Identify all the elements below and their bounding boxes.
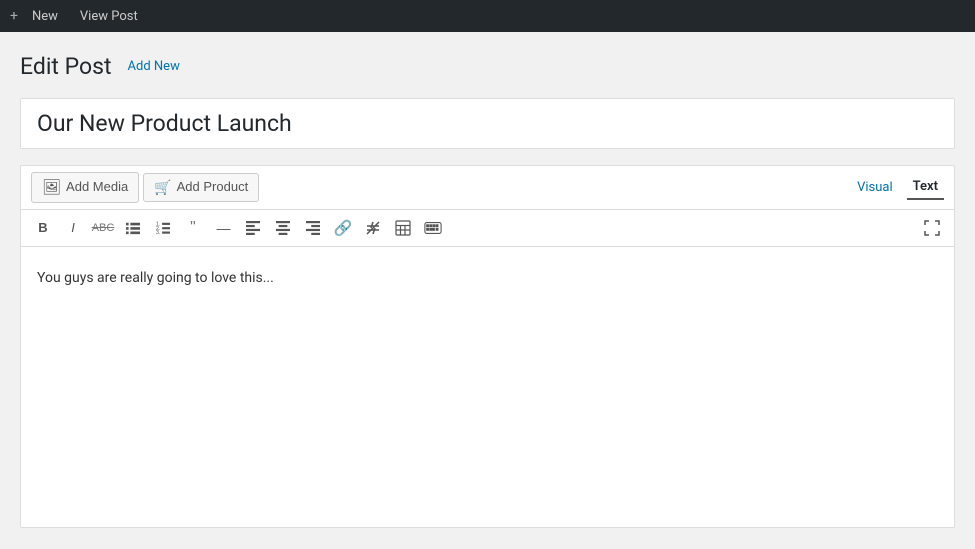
horizontal-rule-button[interactable]: —	[209, 214, 237, 242]
strikethrough-button[interactable]: ABC	[89, 214, 117, 242]
align-right-button[interactable]	[299, 214, 327, 242]
post-title-input[interactable]	[21, 99, 954, 148]
unlink-icon	[365, 220, 381, 236]
align-center-button[interactable]	[269, 214, 297, 242]
fullscreen-button[interactable]	[918, 214, 946, 242]
view-post-link[interactable]: View Post	[72, 5, 146, 28]
list-ul-icon	[126, 221, 140, 235]
add-new-link[interactable]: Add New	[128, 59, 180, 74]
table-icon	[395, 220, 411, 236]
add-media-button[interactable]: 🖼 Add Media	[31, 172, 139, 203]
media-icon: 🖼	[42, 177, 61, 198]
insert-link-button[interactable]: 🔗	[329, 214, 357, 242]
plus-icon: +	[10, 8, 18, 24]
keyboard-icon	[424, 221, 442, 235]
admin-bar: + New View Post	[0, 0, 975, 32]
list-ol-icon: 1.2.3.	[156, 221, 170, 235]
main-content: Edit Post Add New 🖼 Add Media 🛒 Add Prod…	[0, 32, 975, 548]
special-chars-button[interactable]	[419, 214, 447, 242]
page-title: Edit Post	[20, 52, 112, 82]
ordered-list-button[interactable]: 1.2.3.	[149, 214, 177, 242]
editor-text: You guys are really going to love this..…	[37, 267, 938, 291]
bold-button[interactable]: B	[29, 214, 57, 242]
add-product-button[interactable]: 🛒 Add Product	[143, 173, 259, 203]
add-product-label: Add Product	[177, 178, 249, 196]
editor-content[interactable]: You guys are really going to love this..…	[21, 247, 954, 527]
tab-visual[interactable]: Visual	[851, 176, 899, 199]
new-button[interactable]: New	[24, 5, 66, 28]
svg-text:3.: 3.	[156, 230, 160, 235]
insert-table-button[interactable]	[389, 214, 417, 242]
page-header: Edit Post Add New	[20, 52, 955, 82]
align-center-icon	[276, 221, 290, 235]
editor-toolbar-top: 🖼 Add Media 🛒 Add Product Visual Text	[21, 166, 954, 210]
align-right-icon	[306, 221, 320, 235]
product-icon: 🛒	[154, 178, 171, 198]
toolbar-right: Visual Text	[851, 175, 944, 200]
editor-wrap: 🖼 Add Media 🛒 Add Product Visual Text B …	[20, 165, 955, 528]
italic-button[interactable]: I	[59, 214, 87, 242]
unordered-list-button[interactable]	[119, 214, 147, 242]
align-left-button[interactable]	[239, 214, 267, 242]
post-title-wrap	[20, 98, 955, 149]
tab-text[interactable]: Text	[907, 175, 944, 200]
toolbar-left: 🖼 Add Media 🛒 Add Product	[31, 172, 259, 203]
add-media-label: Add Media	[66, 178, 128, 196]
align-left-icon	[246, 221, 260, 235]
blockquote-button[interactable]: "	[179, 214, 207, 242]
fullscreen-icon	[924, 220, 940, 236]
formatting-toolbar: B I ABC 1.2.3. " — 🔗	[21, 210, 954, 247]
remove-link-button[interactable]	[359, 214, 387, 242]
